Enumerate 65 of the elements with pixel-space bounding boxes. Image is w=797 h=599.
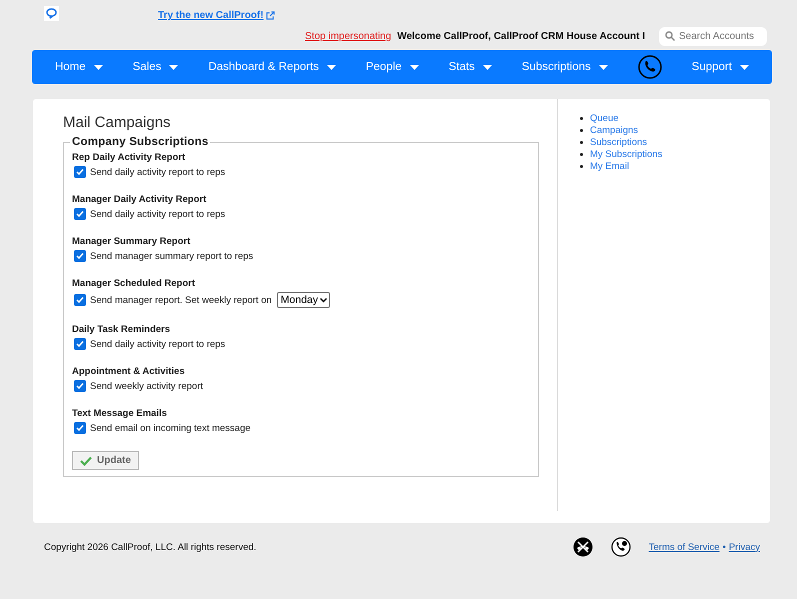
- checkbox[interactable]: [74, 338, 86, 350]
- bullet-icon: [580, 129, 583, 132]
- bullet-icon: [580, 117, 583, 120]
- section-heading: Manager Summary Report: [72, 236, 192, 247]
- checkbox-label: Send manager report. Set weekly report on: [90, 294, 272, 306]
- sidebar-link[interactable]: My Email: [590, 161, 630, 172]
- section-heading: Daily Task Reminders: [72, 324, 172, 335]
- caret-icon: [740, 64, 749, 70]
- stop-impersonating-link[interactable]: Stop impersonating: [305, 30, 392, 42]
- caret-icon: [410, 64, 419, 70]
- section-heading: Text Message Emails: [72, 408, 168, 419]
- separator-text: •: [722, 542, 726, 552]
- caret-icon: [94, 64, 103, 70]
- checkbox-label: Send manager summary report to reps: [90, 250, 254, 262]
- section-heading: Appointment & Activities: [72, 366, 186, 377]
- nav-menu[interactable]: Sales: [132, 61, 178, 73]
- checkbox[interactable]: [74, 208, 86, 220]
- section-heading: Manager Scheduled Report: [72, 278, 196, 289]
- nav-menu[interactable]: Support: [692, 61, 749, 73]
- promo-link[interactable]: Try the new CallProof!: [158, 10, 275, 21]
- nav-menu[interactable]: Dashboard & Reports: [208, 61, 336, 73]
- weekday-select[interactable]: Monday: [276, 292, 330, 308]
- section-heading: Rep Daily Activity Report: [72, 152, 186, 163]
- caret-icon: [598, 64, 608, 70]
- search-icon: [665, 31, 675, 41]
- checkbox[interactable]: [74, 166, 86, 178]
- terms-link[interactable]: Terms of Service: [648, 542, 720, 552]
- sidebar-link[interactable]: My Subscriptions: [590, 149, 662, 160]
- nav-menu[interactable]: Subscriptions: [522, 61, 608, 73]
- checkbox-label: Send daily activity report to reps: [90, 338, 226, 350]
- external-link-icon: [266, 11, 275, 20]
- search-input[interactable]: Search Accounts: [679, 30, 761, 42]
- hang-up-icon[interactable]: [572, 537, 593, 557]
- section-heading: Manager Daily Activity Report: [72, 194, 208, 205]
- bullet-icon: [580, 153, 583, 156]
- checkbox-label: Send weekly activity report: [90, 380, 203, 392]
- privacy-link[interactable]: Privacy: [728, 542, 760, 552]
- fieldset-legend: Company Subscriptions: [70, 136, 210, 148]
- chevron-icon: [320, 298, 328, 302]
- sidebar-link[interactable]: Queue: [590, 113, 619, 124]
- checkbox[interactable]: [74, 250, 86, 262]
- caret-icon: [482, 64, 492, 70]
- search-field[interactable]: Search Accounts: [659, 26, 767, 46]
- caret-icon: [169, 64, 178, 70]
- bullet-icon: [580, 141, 583, 144]
- checkbox-label: Send email on incoming text message: [90, 422, 251, 434]
- nav-menu[interactable]: People: [366, 61, 419, 73]
- checkmark-icon: [80, 456, 92, 466]
- welcome-text: Welcome CallProof, CallProof CRM House Account I: [397, 30, 645, 42]
- phone-icon[interactable]: [610, 537, 631, 557]
- checkbox-label: Send daily activity report to reps: [90, 166, 226, 178]
- update-button[interactable]: Update: [72, 451, 139, 470]
- nav-menu[interactable]: Stats: [448, 61, 492, 73]
- sidebar-link[interactable]: Subscriptions: [590, 137, 648, 148]
- checkbox-label: Send daily activity report to reps: [90, 208, 226, 220]
- checkbox[interactable]: [74, 294, 86, 306]
- page-title: Mail Campaigns: [63, 114, 172, 131]
- bullet-icon: [580, 165, 583, 168]
- copyright-text: Copyright 2026 CallProof, LLC. All rights reserved.: [44, 542, 258, 552]
- checkbox[interactable]: [74, 380, 86, 392]
- caret-icon: [326, 64, 336, 70]
- logo-icon: [44, 6, 59, 21]
- nav-menu[interactable]: Home: [54, 61, 103, 73]
- sidebar-link[interactable]: Campaigns: [590, 125, 638, 136]
- checkbox[interactable]: [74, 422, 86, 434]
